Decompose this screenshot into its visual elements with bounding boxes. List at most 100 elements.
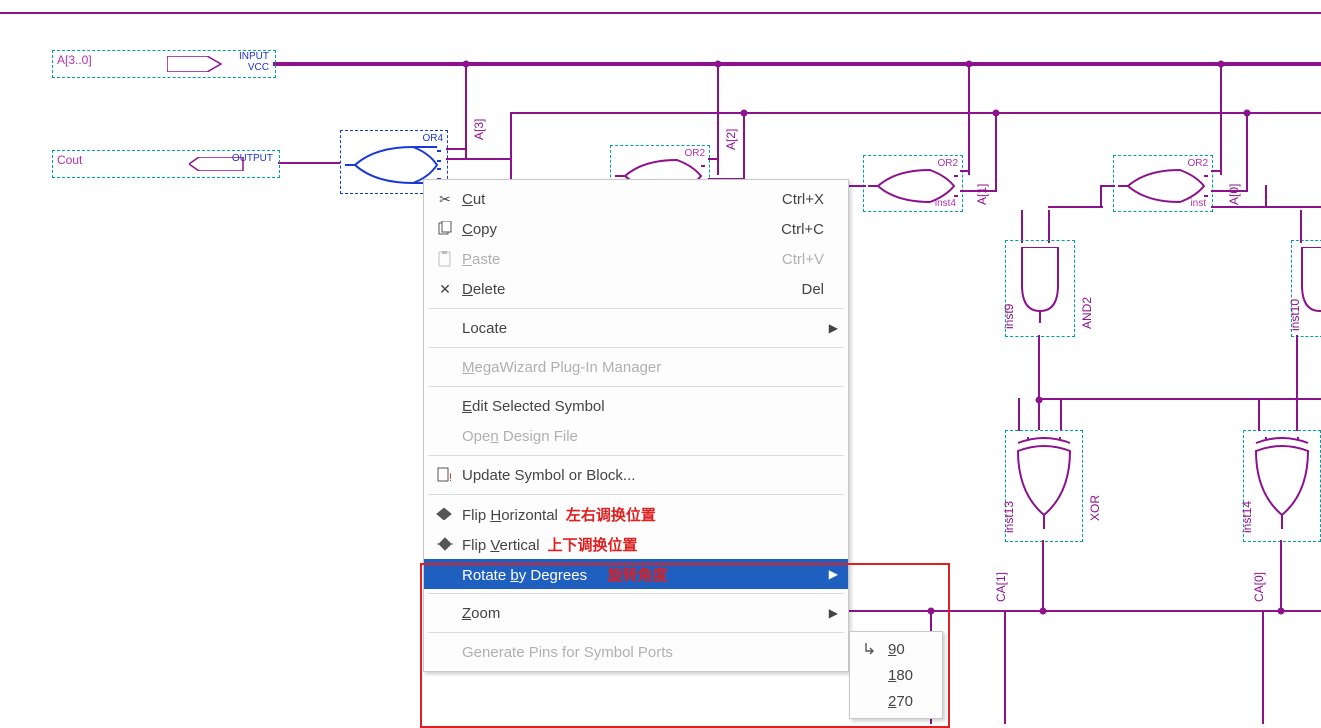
wire[interactable]	[446, 158, 511, 160]
ctx-zoom[interactable]: Zoom ▶	[424, 598, 848, 628]
ctx-label: ertical	[500, 537, 540, 554]
ctx-megawizard: MegaWizard Plug-In Manager	[424, 352, 848, 382]
ctx-label: ut	[473, 191, 486, 208]
wire[interactable]	[1296, 335, 1298, 400]
net-label-a0: A[0]	[1227, 184, 1241, 205]
rotate-submenu: 90 180 270	[849, 631, 943, 719]
wire[interactable]	[848, 185, 866, 187]
wire[interactable]	[1048, 210, 1050, 243]
ctx-label: Design File	[499, 428, 578, 445]
wire-h-branch[interactable]	[510, 112, 1321, 114]
port-label: A[3..0]	[57, 53, 92, 67]
context-menu: ✂ Cut Ctrl+X Copy Ctrl+C Paste Ctrl+V ✕ …	[423, 179, 849, 672]
gate-and2-edge[interactable]: inst10	[1291, 240, 1321, 337]
ctx-copy[interactable]: Copy Ctrl+C	[424, 214, 848, 244]
node	[966, 61, 973, 68]
rotate-90[interactable]: 90	[850, 636, 942, 662]
gate-xor-a[interactable]: inst13 XOR	[1005, 430, 1083, 542]
separator	[428, 593, 844, 594]
ctx-update-symbol[interactable]: ! Update Symbol or Block...	[424, 460, 848, 490]
flip-v-icon	[434, 537, 456, 551]
gate-inst-label: inst4	[935, 198, 956, 209]
wire[interactable]	[1048, 206, 1103, 208]
ctx-shortcut: Ctrl+C	[781, 221, 824, 238]
wire[interactable]	[1211, 190, 1247, 192]
wire-a1-v[interactable]	[968, 62, 970, 175]
ctx-label: egaWizard Plug-In Manager	[475, 359, 662, 376]
node	[993, 110, 1000, 117]
wire[interactable]	[960, 190, 996, 192]
net-label-a2: A[2]	[724, 129, 738, 150]
wire[interactable]	[1265, 185, 1267, 208]
ctx-label: 0	[896, 641, 904, 658]
ctx-label: aste	[472, 251, 500, 268]
wire[interactable]	[1258, 398, 1260, 431]
wire[interactable]	[1038, 335, 1040, 430]
wire[interactable]	[1265, 206, 1321, 208]
schematic-canvas[interactable]: A[3] A[2] A[1] A[0] OR4 inst OR2	[0, 0, 1321, 724]
frame-top	[0, 12, 1321, 14]
port-output-cout[interactable]: Cout OUTPUT	[52, 150, 280, 178]
ctx-label: opy	[473, 221, 497, 238]
wire[interactable]	[446, 148, 466, 150]
ctx-generate-pins: Generate Pins for Symbol Ports	[424, 637, 848, 667]
ctx-delete[interactable]: ✕ Delete Del	[424, 274, 848, 304]
ctx-label: elete	[473, 281, 506, 298]
gate-inst-label: inst9	[1002, 304, 1016, 329]
wire-branch-v4[interactable]	[1246, 112, 1248, 157]
net-label-ca0: CA[0]	[1252, 572, 1266, 602]
wire[interactable]	[1211, 170, 1221, 172]
wire[interactable]	[1100, 185, 1102, 208]
gate-inst-label: inst10	[1288, 299, 1302, 331]
wire[interactable]	[1300, 210, 1302, 243]
net-label-a1: A[1]	[975, 184, 989, 205]
wire[interactable]	[1280, 540, 1282, 610]
ctx-locate[interactable]: Locate ▶	[424, 313, 848, 343]
gate-type-label: XOR	[1088, 495, 1102, 521]
wire[interactable]	[1018, 398, 1020, 431]
ctx-label: Update Symbol or Block...	[456, 467, 814, 484]
wire[interactable]	[708, 158, 718, 160]
ctx-flip-vertical[interactable]: Flip Vertical上下调换位置	[424, 529, 848, 559]
gate-type-label: AND2	[1080, 297, 1094, 329]
wire[interactable]	[1211, 206, 1267, 208]
wire[interactable]	[1021, 210, 1023, 243]
wire[interactable]	[743, 155, 745, 180]
ctx-open-design: Open Design File	[424, 421, 848, 451]
bus-wire[interactable]	[273, 62, 1321, 66]
node	[1218, 61, 1225, 68]
rotate-icon	[860, 642, 882, 656]
wire-a3-v[interactable]	[465, 62, 467, 160]
ctx-rotate[interactable]: Rotate by Degrees 旋转角度 ▶	[424, 559, 848, 589]
wire[interactable]	[1004, 610, 1006, 724]
ctx-label: 70	[896, 693, 913, 710]
wire[interactable]	[1042, 540, 1044, 610]
wire-branch-v3[interactable]	[995, 112, 997, 157]
rotate-270[interactable]: 270	[850, 688, 942, 714]
wire[interactable]	[1246, 155, 1248, 192]
gate-xor-b[interactable]: inst14 XOR	[1243, 430, 1321, 542]
wire-branch-v2[interactable]	[743, 112, 745, 157]
net-label-a3: A[3]	[472, 119, 486, 140]
ctx-edit-symbol[interactable]: Edit Selected Symbol	[424, 391, 848, 421]
wire-or4-out[interactable]	[278, 162, 340, 164]
gate-or2-b[interactable]: OR2 inst4	[863, 155, 963, 212]
ctx-flip-horizontal[interactable]: Flip Horizontal左右调换位置	[424, 499, 848, 529]
wire-a0-v[interactable]	[1220, 62, 1222, 175]
wire[interactable]	[1038, 398, 1321, 400]
wire[interactable]	[995, 155, 997, 192]
wire[interactable]	[1100, 185, 1115, 187]
wire[interactable]	[1060, 398, 1062, 430]
gate-and2[interactable]: inst9 AND2	[1005, 240, 1075, 337]
flip-h-icon	[434, 507, 456, 521]
wire[interactable]	[1296, 398, 1298, 431]
annotation-rotate: 旋转角度	[600, 567, 668, 584]
gate-or2-c[interactable]: OR2 inst	[1113, 155, 1213, 212]
port-input-bus[interactable]: A[3..0] INPUT VCC	[52, 50, 276, 78]
rotate-180[interactable]: 180	[850, 662, 942, 688]
ctx-cut[interactable]: ✂ Cut Ctrl+X	[424, 184, 848, 214]
gate-inst-label: inst	[1190, 198, 1206, 209]
annotation-flipv: 上下调换位置	[540, 537, 638, 554]
wire[interactable]	[960, 170, 970, 172]
wire[interactable]	[1262, 610, 1264, 724]
